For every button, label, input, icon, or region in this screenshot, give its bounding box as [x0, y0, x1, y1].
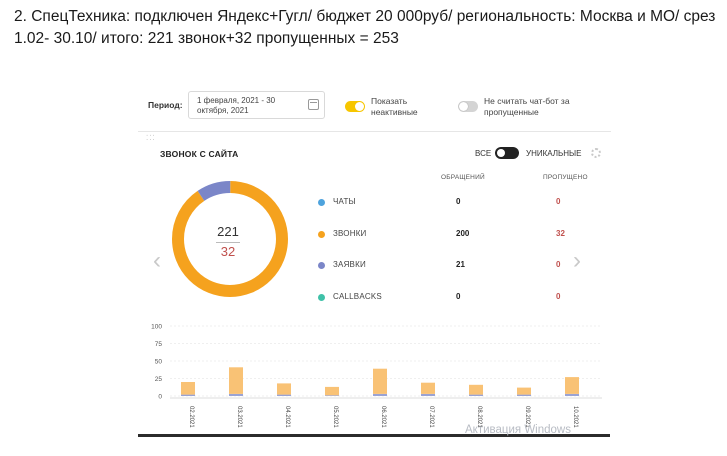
switch-knob	[497, 149, 505, 157]
column-requests-header: ОБРАЩЕНИЙ	[441, 174, 485, 181]
bar-calls[interactable]	[229, 367, 243, 394]
bar-calls[interactable]	[277, 383, 291, 395]
missed-value: 32	[556, 229, 565, 238]
period-date-picker[interactable]: 1 февраля, 2021 - 30 октября, 2021	[188, 91, 325, 119]
bar-requests[interactable]	[565, 393, 579, 396]
y-tick-label: 75	[155, 341, 163, 348]
requests-value: 21	[456, 260, 465, 269]
bar-requests[interactable]	[325, 395, 339, 396]
legend-row-callbacks: CALLBACKS 0 0	[318, 291, 578, 303]
legend-row-requests: ЗАЯВКИ 21 0	[318, 259, 578, 271]
missed-value: 0	[556, 260, 561, 269]
legend-dot	[318, 199, 325, 206]
legend-row-chats: ЧАТЫ 0 0	[318, 196, 578, 208]
y-tick-label: 0	[158, 394, 162, 401]
bar-calls[interactable]	[469, 384, 483, 395]
switch-all-label[interactable]: ВСЕ	[475, 149, 491, 158]
switch-unique-label[interactable]: УНИКАЛЬНЫЕ	[526, 149, 581, 158]
bar-requests[interactable]	[181, 394, 195, 396]
windows-activation-watermark: Активация Windows	[465, 424, 571, 436]
exclude-chatbot-label: Не считать чат-бот за пропущенные	[484, 96, 570, 117]
bar-calls[interactable]	[565, 377, 579, 394]
legend-label: CALLBACKS	[333, 292, 382, 301]
x-tick-label: 10.2021	[572, 406, 578, 428]
exclude-chatbot-toggle[interactable]	[458, 101, 478, 112]
filter-divider	[138, 131, 611, 132]
x-tick-label: 07.2021	[428, 406, 434, 428]
bar-requests[interactable]	[229, 393, 243, 396]
x-tick-label: 04.2021	[284, 406, 290, 428]
monthly-bar-chart: 100 75 50 25 0 02.2021 03.2021 04.2021 05.2021 06…	[151, 324, 602, 428]
legend-dot	[318, 294, 325, 301]
x-tick-label: 02.2021	[188, 406, 194, 428]
requests-value: 0	[456, 292, 461, 301]
toggle-knob	[355, 102, 364, 111]
bar-calls[interactable]	[421, 382, 435, 394]
period-value: 1 февраля, 2021 - 30 октября, 2021	[197, 96, 276, 115]
y-tick-label: 100	[151, 324, 162, 331]
period-label: Период:	[148, 100, 183, 110]
bar-requests[interactable]	[421, 393, 435, 396]
card-title: ЗВОНОК С САЙТА	[160, 149, 239, 159]
x-tick-label: 03.2021	[236, 406, 242, 428]
missed-value: 0	[556, 197, 561, 206]
legend-row-calls: ЗВОНКИ 200 32	[318, 228, 578, 240]
donut-slice-calls	[172, 181, 288, 297]
gear-icon[interactable]	[591, 148, 601, 158]
x-tick-label: 06.2021	[380, 406, 386, 428]
chevron-left-icon[interactable]: ‹	[153, 249, 161, 273]
legend-label: ЗВОНКИ	[333, 229, 367, 238]
bar-requests[interactable]	[373, 393, 387, 396]
slide-caption: 2. СпецТехника: подключен Яндекс+Гугл/ б…	[14, 8, 716, 47]
bar-requests[interactable]	[277, 394, 291, 396]
bar-calls[interactable]	[517, 387, 531, 395]
y-tick-label: 50	[155, 359, 163, 366]
donut-divider	[216, 242, 240, 243]
legend-label: ЗАЯВКИ	[333, 260, 366, 269]
bar-requests[interactable]	[517, 394, 531, 396]
donut-total: 221	[217, 224, 239, 239]
requests-value: 200	[456, 229, 470, 238]
donut-missed: 32	[220, 244, 236, 259]
requests-value: 0	[456, 197, 461, 206]
show-inactive-toggle[interactable]	[345, 101, 365, 112]
donut-chart	[172, 181, 288, 297]
legend-label: ЧАТЫ	[333, 197, 356, 206]
y-tick-label: 25	[155, 376, 163, 383]
bar-calls[interactable]	[325, 386, 339, 396]
bar-requests[interactable]	[469, 394, 483, 396]
legend-dot	[318, 231, 325, 238]
toggle-knob	[459, 102, 468, 111]
x-tick-label: 05.2021	[332, 406, 338, 428]
all-unique-switch[interactable]	[495, 147, 519, 159]
drag-handle-icon[interactable]: ⁚⁚⁚	[146, 135, 156, 145]
legend-dot	[318, 262, 325, 269]
column-missed-header: ПРОПУЩЕНО	[543, 174, 588, 181]
missed-value: 0	[556, 292, 561, 301]
calendar-icon[interactable]	[308, 99, 319, 110]
bar-calls[interactable]	[181, 382, 195, 395]
bar-calls[interactable]	[373, 368, 387, 394]
show-inactive-label: Показать неактивные	[371, 96, 418, 117]
